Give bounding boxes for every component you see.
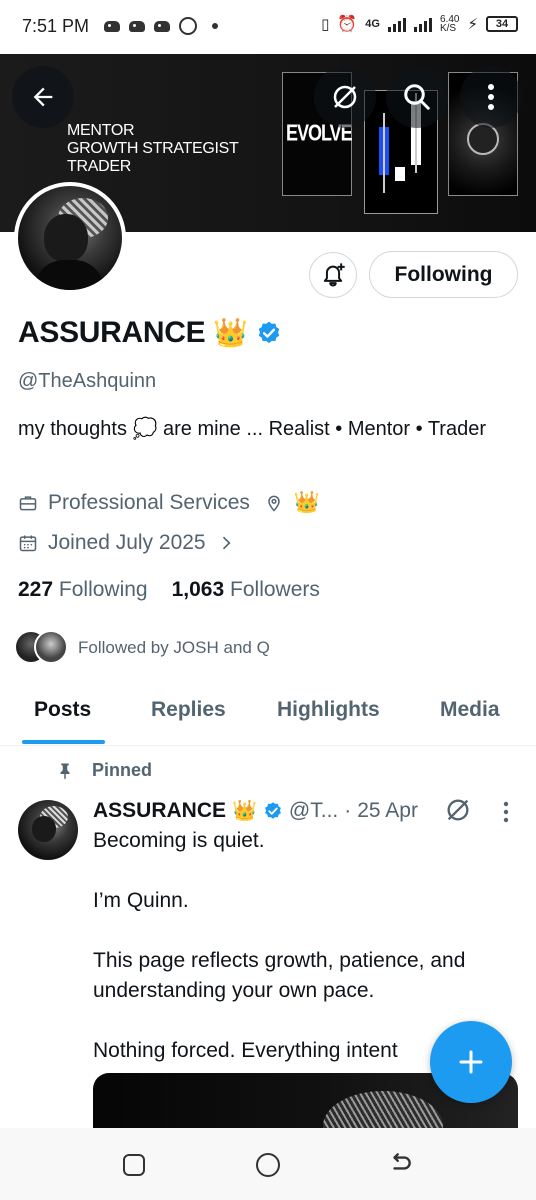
follow-counts: 227 Following 1,063 Followers <box>18 578 320 602</box>
following-button[interactable]: Following <box>369 251 518 298</box>
notifications-button[interactable] <box>309 252 357 298</box>
profile-handle: @TheAshquinn <box>18 370 157 392</box>
post-line: I’m Quinn. <box>93 889 189 912</box>
whatsapp-icon <box>179 17 197 35</box>
bell-plus-icon <box>323 263 345 287</box>
chevron-right-icon <box>222 536 231 550</box>
more-notifications-dot-icon <box>212 23 218 29</box>
banner-text: MENTOR GROWTH STRATEGIST TRADER <box>67 122 239 175</box>
vibrate-icon: ▯ <box>321 16 330 33</box>
grok-icon[interactable] <box>444 796 472 824</box>
battery-icon: 34 <box>486 16 518 32</box>
location-pin-icon <box>268 495 280 512</box>
profile-bio: my thoughts 💭 are mine ... Realist • Men… <box>18 418 486 440</box>
followed-by-text: Followed by JOSH and Q <box>78 638 270 657</box>
grok-icon <box>333 85 357 109</box>
profile-tabs: Posts Replies Highlights Media <box>0 684 536 746</box>
profile-joined-row[interactable]: Joined July 2025 <box>18 531 236 555</box>
profile-joined: Joined July 2025 <box>48 531 206 554</box>
more-options-button[interactable] <box>460 66 522 128</box>
post-more-icon[interactable] <box>502 800 510 824</box>
followers-count-link[interactable]: 1,063 Followers <box>172 578 320 602</box>
signal-icon <box>387 16 406 32</box>
thought-bubble-emoji: 💭 <box>132 418 158 440</box>
post-line: Becoming is quiet. <box>93 829 265 852</box>
back-icon <box>393 1153 411 1170</box>
signal-icon <box>413 16 432 32</box>
profile-avatar[interactable] <box>14 182 126 294</box>
candle-white-small <box>395 167 405 181</box>
briefcase-icon <box>19 496 37 511</box>
alarm-icon: ⏰ <box>337 16 358 33</box>
verified-icon <box>265 801 281 819</box>
post-header: ASSURANCE 👑 @T... · 25 Apr <box>93 798 418 823</box>
gamepad-icon <box>129 20 145 32</box>
status-bar: 7:51 PM ▯ ⏰ 4G 6.40 K/S ⚡ 34 <box>0 0 536 54</box>
gamepad-icon <box>154 20 170 32</box>
system-nav-bar <box>0 1128 536 1200</box>
compose-plus-icon <box>459 1050 483 1074</box>
charging-icon: ⚡ <box>467 16 478 33</box>
search-button[interactable] <box>386 66 448 128</box>
profile-category: Professional Services <box>48 491 250 514</box>
status-right: ▯ ⏰ 4G 6.40 K/S ⚡ 34 <box>321 14 518 34</box>
post-separator: · <box>344 798 352 822</box>
notification-icons <box>104 17 218 35</box>
post-date: 25 Apr <box>357 798 418 822</box>
avatar <box>34 630 68 664</box>
tab-replies[interactable]: Replies <box>151 698 226 722</box>
back-button[interactable] <box>12 66 74 128</box>
display-name-text: ASSURANCE <box>18 316 206 349</box>
compose-post-button[interactable] <box>430 1021 512 1103</box>
system-back-button[interactable] <box>388 1150 414 1183</box>
following-count-link[interactable]: 227 Following <box>18 578 148 602</box>
display-name: ASSURANCE 👑 <box>18 316 282 350</box>
post-author-name[interactable]: ASSURANCE <box>93 799 226 823</box>
pinned-label: Pinned <box>56 760 152 781</box>
post-line: This page reflects growth, patience, and… <box>93 949 466 1002</box>
network-type: 4G <box>365 18 380 30</box>
search-icon <box>404 84 430 110</box>
pin-icon <box>60 763 70 779</box>
profile-location: 👑 <box>293 491 321 514</box>
tab-posts[interactable]: Posts <box>34 698 91 722</box>
status-time: 7:51 PM <box>22 16 90 36</box>
back-arrow-icon <box>33 87 53 107</box>
profile-category-row: Professional Services 👑 <box>18 491 320 515</box>
tab-highlights[interactable]: Highlights <box>277 698 380 722</box>
network-speed: 6.40 K/S <box>439 14 460 34</box>
followers-you-know-avatars <box>14 630 70 666</box>
verified-icon[interactable] <box>256 320 282 346</box>
crown-emoji: 👑 <box>232 800 257 822</box>
calendar-icon <box>19 535 37 552</box>
recent-apps-button[interactable] <box>123 1154 145 1176</box>
gamepad-icon <box>104 20 120 32</box>
candle-wick <box>383 113 385 193</box>
home-button[interactable] <box>256 1153 280 1177</box>
post-author-handle: @T... <box>288 798 339 822</box>
tab-media[interactable]: Media <box>440 698 500 722</box>
followed-by[interactable]: Followed by JOSH and Q <box>14 630 270 666</box>
post-author-avatar[interactable] <box>18 800 78 860</box>
active-tab-indicator <box>22 740 105 744</box>
crown-emoji: 👑 <box>213 317 248 348</box>
more-icon <box>488 84 494 110</box>
grok-button[interactable] <box>314 66 376 128</box>
